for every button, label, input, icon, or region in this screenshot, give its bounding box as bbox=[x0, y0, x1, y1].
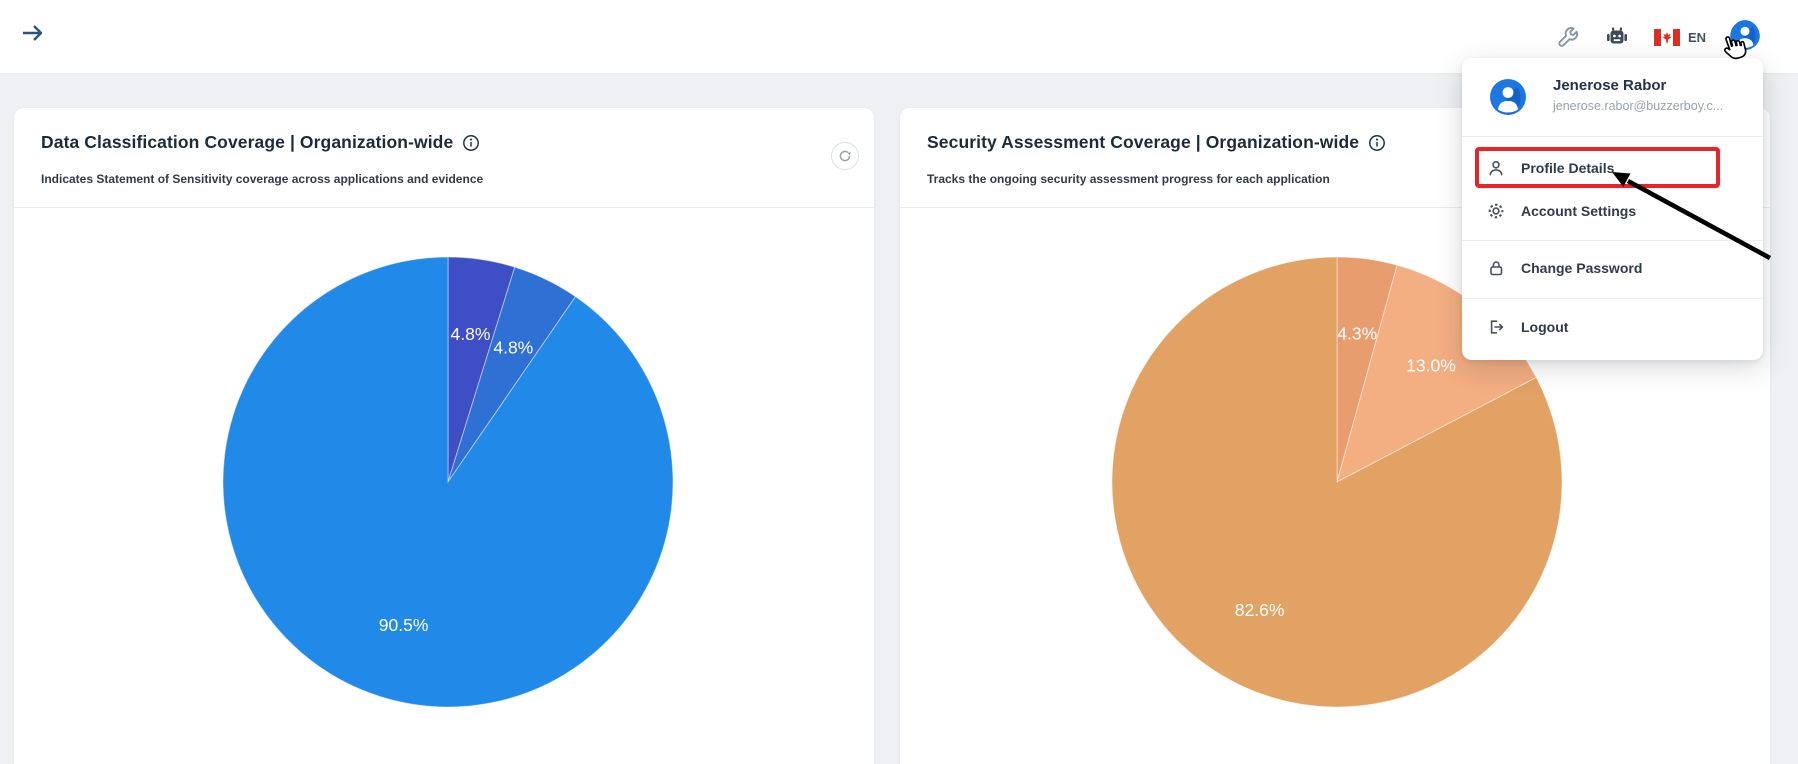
menu-item-change-password[interactable]: Change Password bbox=[1462, 247, 1763, 289]
menu-item-label: Change Password bbox=[1521, 260, 1642, 276]
card-subtitle: Indicates Statement of Sensitivity cover… bbox=[41, 172, 483, 186]
divider bbox=[1462, 298, 1763, 299]
user-icon bbox=[1486, 158, 1506, 178]
logout-icon bbox=[1486, 317, 1506, 337]
user-dropdown-menu: Jenerose Rabor jenerose.rabor@buzzerboy.… bbox=[1462, 58, 1763, 360]
pie-slice-label: 4.8% bbox=[451, 324, 491, 344]
pie-slice-label: 4.3% bbox=[1337, 324, 1377, 344]
pie-slice-label: 90.5% bbox=[379, 615, 429, 635]
menu-item-label: Logout bbox=[1521, 319, 1568, 335]
card-title: Security Assessment Coverage | Organizat… bbox=[927, 132, 1359, 153]
card-subtitle: Tracks the ongoing security assessment p… bbox=[927, 172, 1330, 186]
user-avatar-icon bbox=[1490, 79, 1526, 115]
tools-button[interactable] bbox=[1556, 25, 1580, 49]
sidebar-expand-button[interactable] bbox=[18, 20, 48, 46]
menu-item-logout[interactable]: Logout bbox=[1462, 306, 1763, 348]
menu-item-label: Account Settings bbox=[1521, 203, 1636, 219]
refresh-button[interactable] bbox=[831, 142, 859, 170]
card-title: Data Classification Coverage | Organizat… bbox=[41, 132, 453, 153]
info-icon[interactable] bbox=[462, 134, 480, 152]
language-switcher[interactable]: EN bbox=[1654, 29, 1706, 46]
user-avatar-icon bbox=[1730, 20, 1760, 50]
gear-icon bbox=[1486, 201, 1506, 221]
refresh-icon bbox=[838, 149, 852, 163]
wrench-icon bbox=[1556, 25, 1580, 49]
menu-item-label: Profile Details bbox=[1521, 160, 1614, 176]
divider bbox=[1462, 240, 1763, 241]
pie-chart[interactable]: 4.8%4.8% 90.5% bbox=[218, 252, 678, 712]
language-code: EN bbox=[1688, 30, 1706, 45]
lock-icon bbox=[1486, 258, 1506, 278]
info-icon[interactable] bbox=[1368, 134, 1386, 152]
avatar bbox=[1490, 79, 1526, 120]
pie-slice-label: 13.0% bbox=[1406, 356, 1456, 376]
user-email: jenerose.rabor@buzzerboy.c... bbox=[1553, 99, 1723, 113]
menu-item-profile-details[interactable]: Profile Details bbox=[1462, 147, 1763, 189]
assistant-button[interactable] bbox=[1604, 24, 1630, 50]
menu-item-account-settings[interactable]: Account Settings bbox=[1462, 190, 1763, 232]
arrow-right-icon bbox=[18, 20, 48, 46]
user-name: Jenerose Rabor bbox=[1553, 77, 1666, 94]
canada-flag-icon bbox=[1654, 29, 1680, 46]
dropdown-user-section: Jenerose Rabor jenerose.rabor@buzzerboy.… bbox=[1462, 58, 1763, 137]
pie-slice-label: 4.8% bbox=[493, 337, 533, 357]
pie-slice-label: 82.6% bbox=[1235, 600, 1285, 620]
user-avatar-button[interactable] bbox=[1730, 20, 1760, 55]
card-header: Data Classification Coverage | Organizat… bbox=[14, 108, 874, 208]
pie-slice[interactable] bbox=[223, 257, 673, 707]
robot-icon bbox=[1604, 24, 1630, 50]
card-data-classification: Data Classification Coverage | Organizat… bbox=[14, 108, 874, 764]
